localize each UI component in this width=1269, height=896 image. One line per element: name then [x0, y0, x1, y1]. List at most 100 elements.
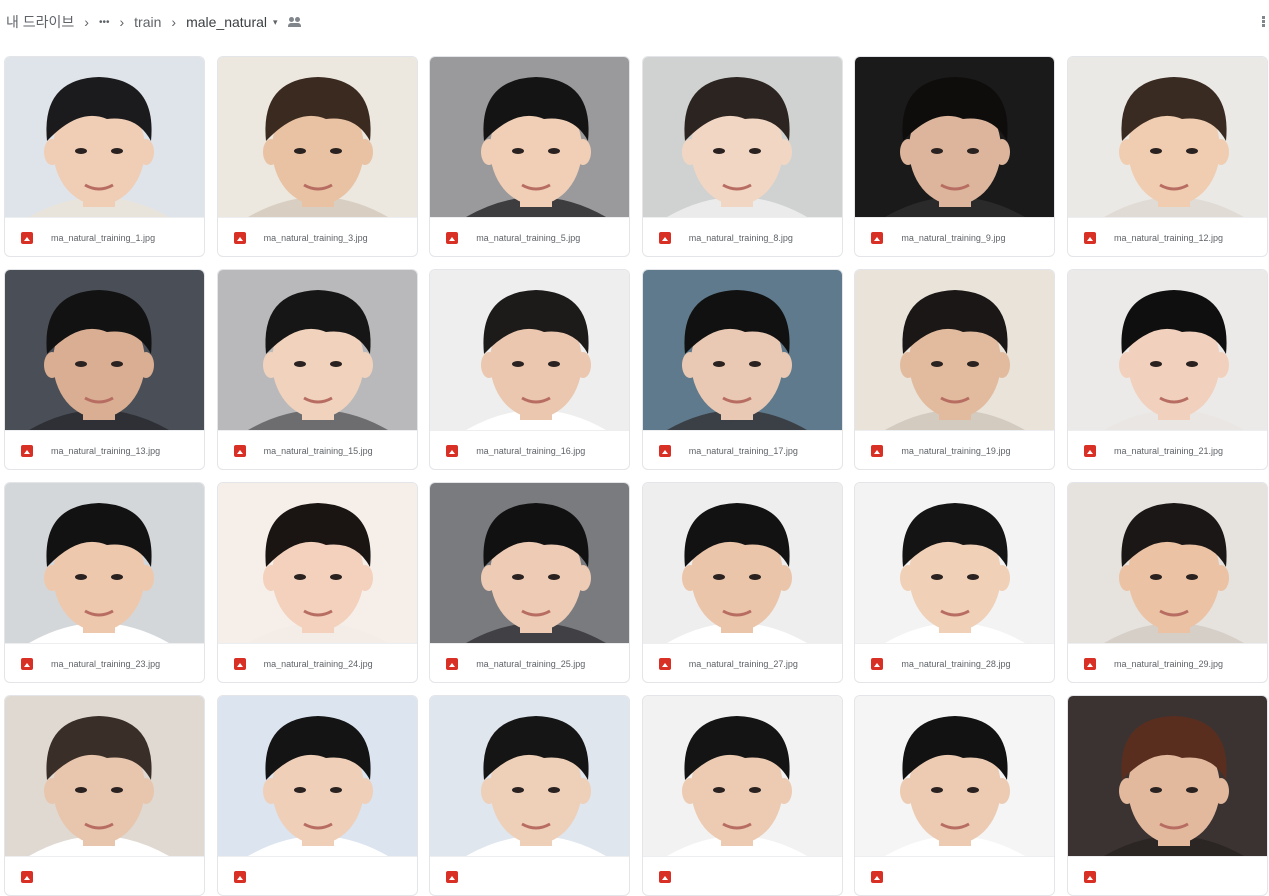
file-card[interactable]: ma_natural_training_15.jpg — [216, 269, 418, 470]
image-thumbnail[interactable] — [217, 483, 417, 643]
image-thumbnail[interactable] — [1067, 696, 1267, 856]
image-file-icon — [446, 231, 459, 244]
image-thumbnail[interactable] — [217, 696, 417, 856]
image-thumbnail[interactable] — [217, 270, 417, 430]
file-caption[interactable]: ma_natural_training_1.jpg — [5, 217, 204, 256]
file-caption[interactable] — [855, 856, 1055, 895]
breadcrumb-more-button[interactable]: ••• — [99, 17, 110, 28]
ear — [481, 352, 498, 378]
file-caption[interactable]: ma_natural_training_5.jpg — [430, 217, 630, 256]
file-card[interactable]: ma_natural_training_16.jpg — [429, 269, 631, 470]
file-card[interactable]: ma_natural_training_24.jpg — [216, 482, 418, 683]
image-thumbnail[interactable] — [430, 57, 630, 217]
file-card[interactable]: ma_natural_training_9.jpg — [854, 56, 1056, 257]
file-card[interactable] — [429, 695, 631, 896]
file-card[interactable]: ma_natural_training_27.jpg — [641, 482, 843, 683]
file-card[interactable]: ma_natural_training_19.jpg — [854, 269, 1056, 470]
ear — [44, 565, 60, 591]
file-name: ma_natural_training_15.jpg — [263, 445, 373, 456]
file-caption[interactable]: ma_natural_training_21.jpg — [1067, 430, 1267, 469]
image-thumbnail[interactable] — [1067, 483, 1267, 643]
image-thumbnail[interactable] — [5, 696, 204, 856]
file-card[interactable]: ma_natural_training_17.jpg — [641, 269, 843, 470]
image-thumbnail[interactable] — [642, 696, 842, 856]
ear — [994, 139, 1011, 165]
file-caption[interactable]: ma_natural_training_29.jpg — [1067, 643, 1267, 682]
file-card[interactable] — [641, 695, 843, 896]
file-card[interactable]: ma_natural_training_8.jpg — [641, 56, 843, 257]
file-caption[interactable] — [1067, 856, 1267, 895]
eye — [967, 361, 980, 367]
file-caption[interactable] — [642, 856, 842, 895]
image-thumbnail[interactable] — [430, 696, 630, 856]
file-card[interactable] — [4, 695, 205, 896]
file-caption[interactable] — [217, 856, 417, 895]
file-name: ma_natural_training_16.jpg — [476, 445, 586, 456]
breadcrumb-current-folder[interactable]: male_natural — [186, 14, 267, 30]
file-card[interactable] — [1066, 695, 1268, 896]
file-caption[interactable]: ma_natural_training_3.jpg — [217, 217, 417, 256]
image-thumbnail[interactable] — [642, 483, 842, 643]
image-thumbnail[interactable] — [5, 270, 204, 430]
image-thumbnail[interactable] — [855, 270, 1055, 430]
image-thumbnail[interactable] — [430, 483, 630, 643]
file-name: ma_natural_training_28.jpg — [901, 658, 1011, 669]
file-card[interactable] — [216, 695, 418, 896]
breadcrumb-root[interactable]: 내 드라이브 — [6, 12, 74, 32]
image-thumbnail[interactable] — [5, 57, 204, 217]
file-caption[interactable]: ma_natural_training_12.jpg — [1067, 217, 1267, 256]
image-thumbnail[interactable] — [5, 483, 204, 643]
ear — [1118, 139, 1135, 165]
image-file-icon — [871, 231, 884, 244]
file-caption[interactable]: ma_natural_training_15.jpg — [217, 430, 417, 469]
image-thumbnail[interactable] — [642, 270, 842, 430]
file-card[interactable]: ma_natural_training_12.jpg — [1066, 56, 1268, 257]
chevron-right-icon: › — [84, 14, 89, 30]
file-caption[interactable]: ma_natural_training_16.jpg — [430, 430, 630, 469]
file-caption[interactable] — [430, 856, 630, 895]
eye — [931, 787, 944, 793]
file-caption[interactable]: ma_natural_training_23.jpg — [5, 643, 204, 682]
file-card[interactable]: ma_natural_training_5.jpg — [429, 56, 631, 257]
image-thumbnail[interactable] — [855, 696, 1055, 856]
file-card[interactable] — [854, 695, 1056, 896]
portrait-image — [1067, 57, 1267, 217]
portrait-image — [5, 483, 204, 643]
file-card[interactable]: ma_natural_training_13.jpg — [4, 269, 205, 470]
file-caption[interactable]: ma_natural_training_25.jpg — [430, 643, 630, 682]
image-thumbnail[interactable] — [217, 57, 417, 217]
image-thumbnail[interactable] — [1067, 270, 1267, 430]
details-icon[interactable] — [1262, 16, 1265, 27]
image-thumbnail[interactable] — [855, 57, 1055, 217]
image-thumbnail[interactable] — [1067, 57, 1267, 217]
breadcrumb-folder-train[interactable]: train — [134, 14, 161, 30]
file-card[interactable]: ma_natural_training_25.jpg — [429, 482, 631, 683]
ear — [356, 139, 373, 165]
image-thumbnail[interactable] — [642, 57, 842, 217]
file-card[interactable]: ma_natural_training_3.jpg — [216, 56, 418, 257]
portrait-image — [217, 270, 417, 430]
image-thumbnail[interactable] — [855, 483, 1055, 643]
file-caption[interactable]: ma_natural_training_27.jpg — [642, 643, 842, 682]
file-card[interactable]: ma_natural_training_21.jpg — [1066, 269, 1268, 470]
file-card[interactable]: ma_natural_training_1.jpg — [4, 56, 205, 257]
image-thumbnail[interactable] — [430, 270, 630, 430]
file-card[interactable]: ma_natural_training_23.jpg — [4, 482, 205, 683]
file-caption[interactable]: ma_natural_training_19.jpg — [855, 430, 1055, 469]
eye — [1149, 148, 1162, 154]
file-caption[interactable]: ma_natural_training_8.jpg — [642, 217, 842, 256]
file-caption[interactable]: ma_natural_training_28.jpg — [855, 643, 1055, 682]
ear — [575, 139, 592, 165]
file-caption[interactable]: ma_natural_training_13.jpg — [5, 430, 204, 469]
portrait-image — [855, 696, 1055, 856]
file-caption[interactable]: ma_natural_training_9.jpg — [855, 217, 1055, 256]
caret-down-icon[interactable]: ▾ — [273, 17, 278, 28]
file-caption[interactable]: ma_natural_training_17.jpg — [642, 430, 842, 469]
file-caption[interactable]: ma_natural_training_24.jpg — [217, 643, 417, 682]
file-card[interactable]: ma_natural_training_29.jpg — [1066, 482, 1268, 683]
file-card[interactable]: ma_natural_training_28.jpg — [854, 482, 1056, 683]
file-name: ma_natural_training_17.jpg — [688, 445, 798, 456]
image-file-icon — [1083, 657, 1096, 670]
portrait-image — [855, 270, 1055, 430]
file-caption[interactable] — [5, 856, 204, 895]
